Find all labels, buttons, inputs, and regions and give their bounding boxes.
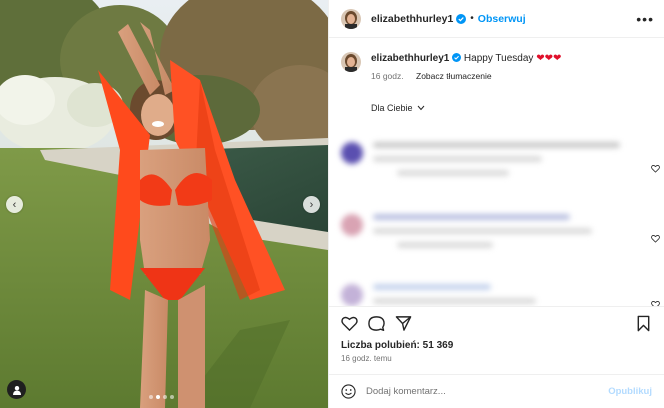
see-translation-button[interactable]: Zobacz tłumaczenie — [416, 71, 492, 81]
header-separator: • — [470, 13, 474, 24]
comment-item-blurred — [341, 284, 654, 306]
verified-badge-icon — [452, 53, 462, 62]
username-link[interactable]: elizabethhurley1 — [371, 13, 453, 25]
avatar-image — [341, 8, 361, 29]
share-icon[interactable] — [395, 315, 412, 332]
comment-sort-dropdown[interactable]: Dla Ciebie — [371, 103, 652, 113]
carousel-dot — [170, 395, 174, 399]
heart-icon[interactable] — [341, 315, 358, 332]
tagged-users-button[interactable] — [7, 380, 26, 399]
bookmark-icon[interactable] — [635, 315, 652, 332]
next-slide-button[interactable]: › — [303, 196, 320, 213]
comment-icon[interactable] — [368, 315, 385, 332]
comment-item-blurred — [341, 142, 654, 184]
comment-input[interactable]: Dodaj komentarz... — [366, 386, 446, 397]
avatar-image — [341, 52, 361, 72]
avatar[interactable] — [341, 8, 361, 29]
avatar[interactable] — [341, 52, 361, 72]
likes-value: 51 369 — [422, 340, 454, 351]
comment-composer: Dodaj komentarz... Opublikuj — [329, 374, 664, 408]
caption-hearts: ❤❤❤ — [536, 53, 562, 64]
post-header: elizabethhurley1 • Obserwuj ••• — [329, 0, 664, 38]
comments-section[interactable]: elizabethhurley1 Happy Tuesday ❤❤❤ 16 go… — [329, 38, 664, 306]
carousel-indicator — [149, 395, 174, 399]
likes-label: Liczba polubień: — [341, 340, 420, 351]
caption-username[interactable]: elizabethhurley1 — [371, 53, 449, 64]
post-timestamp[interactable]: 16 godz. temu — [329, 354, 664, 374]
carousel-dot — [156, 395, 160, 399]
post-photo — [0, 0, 328, 408]
comment-sort-label: Dla Ciebie — [371, 103, 413, 113]
like-comment-icon[interactable] — [651, 234, 660, 243]
post-side-panel: elizabethhurley1 • Obserwuj ••• elizabet… — [328, 0, 664, 408]
instagram-post-modal: ‹ › elizabethhurley1 • Obserwuj ••• eliz… — [0, 0, 664, 408]
chevron-left-icon: ‹ — [12, 198, 17, 211]
carousel-dot — [149, 395, 153, 399]
likes-count[interactable]: Liczba polubień: 51 369 — [329, 340, 664, 354]
follow-button[interactable]: Obserwuj — [478, 13, 526, 25]
post-actions-bar — [329, 306, 664, 340]
verified-badge-icon — [456, 13, 467, 24]
caption-time[interactable]: 16 godz. — [371, 71, 404, 81]
caption-text: Happy Tuesday — [463, 53, 534, 64]
post-media[interactable]: ‹ › — [0, 0, 328, 408]
like-comment-icon[interactable] — [651, 300, 660, 306]
post-caption: elizabethhurley1 Happy Tuesday ❤❤❤ 16 go… — [341, 52, 652, 81]
carousel-dot — [163, 395, 167, 399]
user-icon — [12, 385, 21, 395]
more-horizontal-icon[interactable]: ••• — [636, 11, 654, 27]
like-comment-icon[interactable] — [651, 164, 660, 173]
post-comment-button[interactable]: Opublikuj — [608, 386, 652, 397]
emoji-icon[interactable] — [341, 384, 356, 399]
chevron-right-icon: › — [309, 198, 314, 211]
comment-item-blurred — [341, 214, 654, 256]
previous-slide-button[interactable]: ‹ — [6, 196, 23, 213]
chevron-down-icon — [417, 105, 424, 111]
